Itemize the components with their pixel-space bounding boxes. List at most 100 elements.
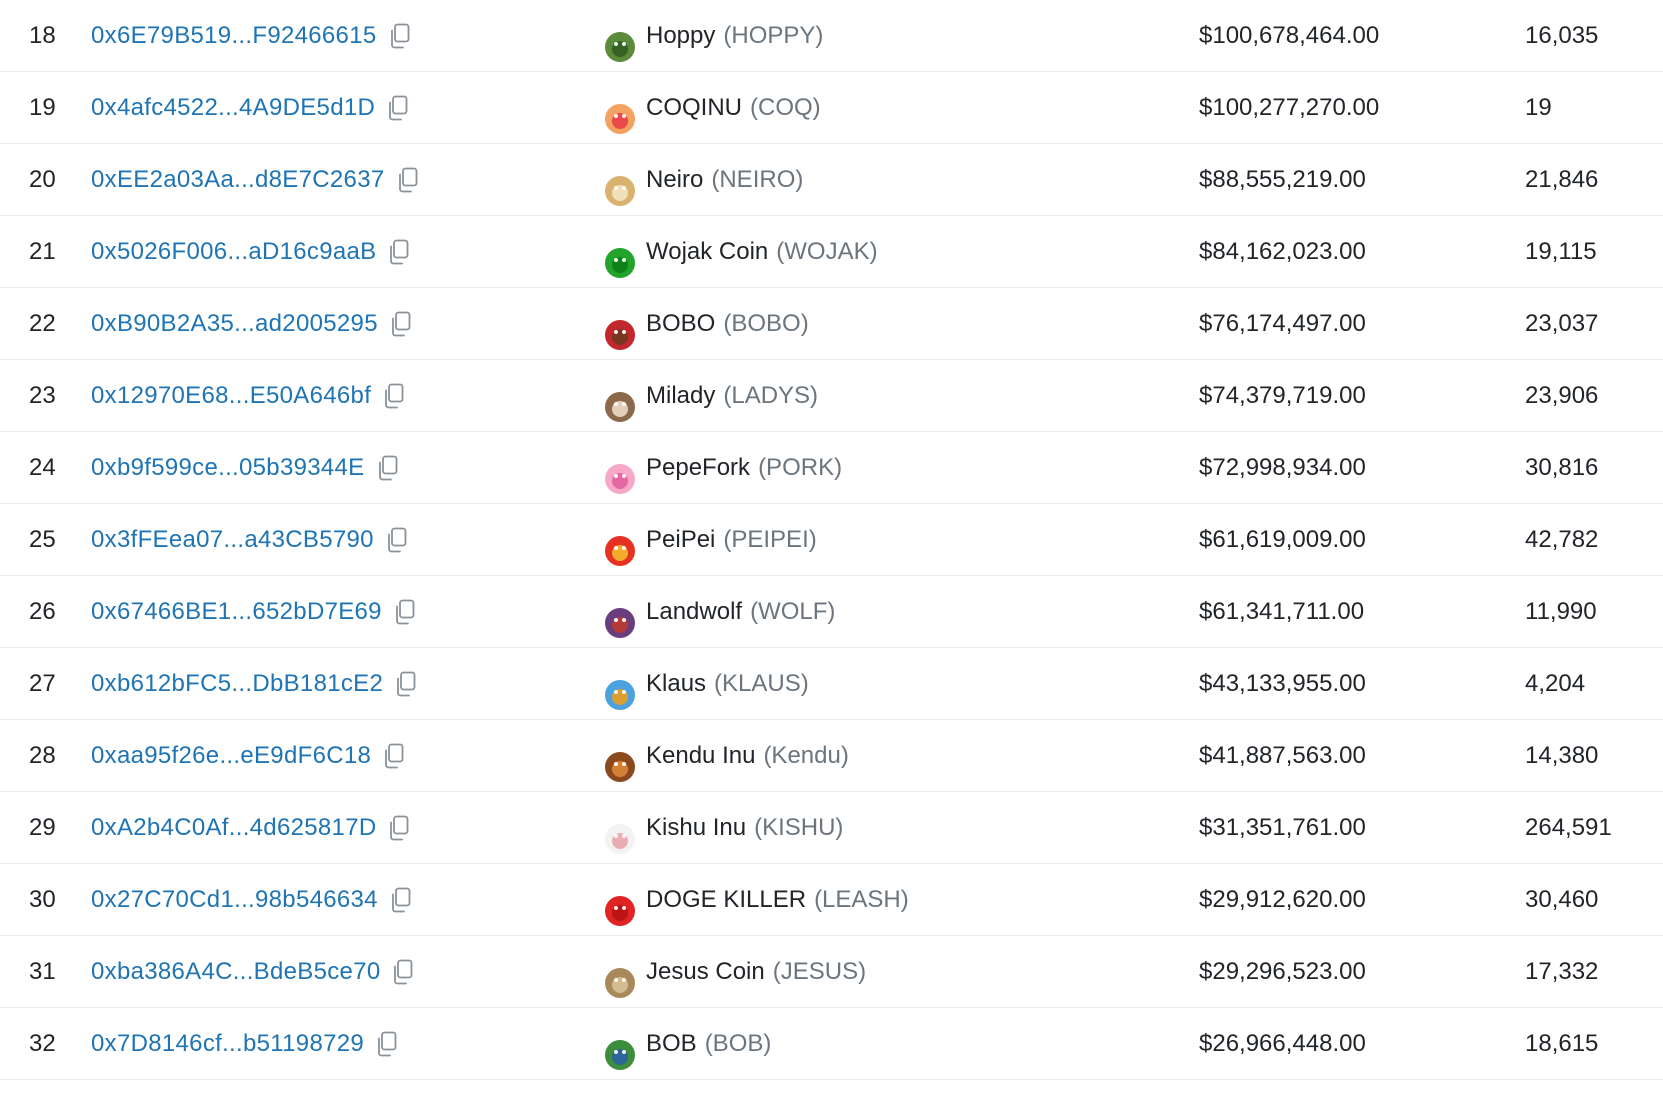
- market-cap-cell: $76,174,497.00: [1199, 310, 1366, 337]
- market-cap-cell: $61,341,711.00: [1199, 598, 1365, 625]
- holders-cell: 23,037: [1525, 310, 1599, 337]
- address-cell: 0x12970E68...E50A646bf: [91, 360, 407, 432]
- copy-icon[interactable]: [381, 381, 407, 411]
- address-cell: 0xba386A4C...BdeB5ce70: [91, 936, 416, 1008]
- leash-logo-icon: [604, 884, 636, 926]
- token-cell: Hoppy (HOPPY): [604, 0, 823, 72]
- contract-address-link[interactable]: 0x3fFEea07...a43CB5790: [91, 504, 374, 576]
- token-symbol: (KLAUS): [714, 670, 809, 697]
- token-name-link[interactable]: Landwolf: [646, 576, 742, 648]
- copy-icon[interactable]: [386, 237, 412, 267]
- market-cap-cell: $61,619,009.00: [1199, 526, 1366, 553]
- token-cell: PeiPei (PEIPEI): [604, 504, 817, 576]
- table-row: 19 0x4afc4522...4A9DE5d1D COQINU (COQ) $…: [0, 72, 1663, 144]
- copy-icon[interactable]: [388, 885, 414, 915]
- token-cell: Neiro (NEIRO): [604, 144, 803, 216]
- copy-icon[interactable]: [374, 1029, 400, 1059]
- contract-address-link[interactable]: 0xba386A4C...BdeB5ce70: [91, 936, 380, 1008]
- token-symbol: (Kendu): [763, 742, 849, 769]
- landwolf-logo-icon: [604, 596, 636, 638]
- token-name-link[interactable]: COQINU: [646, 72, 742, 144]
- contract-address-link[interactable]: 0xA2b4C0Af...4d625817D: [91, 792, 376, 864]
- token-name-link[interactable]: Klaus: [646, 648, 706, 720]
- market-cap-cell: $74,379,719.00: [1199, 382, 1366, 409]
- contract-address-link[interactable]: 0x7D8146cf...b51198729: [91, 1008, 364, 1080]
- table-row: 20 0xEE2a03Aa...d8E7C2637 Neiro (NEIRO) …: [0, 144, 1663, 216]
- copy-icon[interactable]: [388, 309, 414, 339]
- token-cell: BOB (BOB): [604, 1008, 771, 1080]
- holders-cell: 21,846: [1525, 166, 1599, 193]
- holders-cell: 17,332: [1525, 958, 1599, 985]
- jesus-logo-icon: [604, 956, 636, 998]
- token-symbol: (LEASH): [814, 886, 909, 913]
- holders-cell: 30,816: [1525, 454, 1599, 481]
- token-name-link[interactable]: Kendu Inu: [646, 720, 755, 792]
- address-cell: 0x4afc4522...4A9DE5d1D: [91, 72, 411, 144]
- token-name-link[interactable]: PeiPei: [646, 504, 715, 576]
- token-name-link[interactable]: Neiro: [646, 144, 703, 216]
- holders-cell: 4,204: [1525, 670, 1586, 697]
- token-symbol: (KISHU): [754, 814, 844, 841]
- contract-address-link[interactable]: 0xaa95f26e...eE9dF6C18: [91, 720, 371, 792]
- token-name-link[interactable]: BOB: [646, 1008, 697, 1080]
- bobo-logo-icon: [604, 308, 636, 350]
- copy-icon[interactable]: [395, 165, 421, 195]
- contract-address-link[interactable]: 0x12970E68...E50A646bf: [91, 360, 371, 432]
- contract-address-link[interactable]: 0x6E79B519...F92466615: [91, 0, 377, 72]
- copy-icon[interactable]: [387, 21, 413, 51]
- copy-icon[interactable]: [393, 669, 419, 699]
- copy-icon[interactable]: [384, 525, 410, 555]
- address-cell: 0x3fFEea07...a43CB5790: [91, 504, 410, 576]
- neiro-logo-icon: [604, 164, 636, 206]
- rank-cell: 21: [29, 238, 56, 265]
- token-name-link[interactable]: Wojak Coin: [646, 216, 768, 288]
- holders-cell: 19,115: [1525, 238, 1597, 265]
- token-name-link[interactable]: PepeFork: [646, 432, 750, 504]
- token-symbol: (WOJAK): [776, 238, 878, 265]
- market-cap-cell: $29,912,620.00: [1199, 886, 1366, 913]
- contract-address-link[interactable]: 0xb612bFC5...DbB181cE2: [91, 648, 383, 720]
- contract-address-link[interactable]: 0xEE2a03Aa...d8E7C2637: [91, 144, 385, 216]
- token-name-link[interactable]: Hoppy: [646, 0, 715, 72]
- rank-cell: 30: [29, 886, 56, 913]
- holders-cell: 16,035: [1525, 22, 1599, 49]
- address-cell: 0xb612bFC5...DbB181cE2: [91, 648, 419, 720]
- contract-address-link[interactable]: 0x5026F006...aD16c9aaB: [91, 216, 376, 288]
- token-symbol: (PORK): [758, 454, 843, 481]
- table-row: 25 0x3fFEea07...a43CB5790 PeiPei (PEIPEI…: [0, 504, 1663, 576]
- token-name-link[interactable]: Milady: [646, 360, 715, 432]
- copy-icon[interactable]: [385, 93, 411, 123]
- token-name-link[interactable]: DOGE KILLER: [646, 864, 806, 936]
- token-symbol: (JESUS): [772, 958, 867, 985]
- contract-address-link[interactable]: 0xb9f599ce...05b39344E: [91, 432, 365, 504]
- wojak-logo-icon: [604, 236, 636, 278]
- address-cell: 0xb9f599ce...05b39344E: [91, 432, 401, 504]
- table-row: 22 0xB90B2A35...ad2005295 BOBO (BOBO) $7…: [0, 288, 1663, 360]
- contract-address-link[interactable]: 0x4afc4522...4A9DE5d1D: [91, 72, 375, 144]
- holders-cell: 42,782: [1525, 526, 1599, 553]
- rank-cell: 18: [29, 22, 56, 49]
- market-cap-cell: $26,966,448.00: [1199, 1030, 1366, 1057]
- copy-icon[interactable]: [375, 453, 401, 483]
- market-cap-cell: $100,678,464.00: [1199, 22, 1380, 49]
- token-name-link[interactable]: Jesus Coin: [646, 936, 765, 1008]
- address-cell: 0x67466BE1...652bD7E69: [91, 576, 418, 648]
- contract-address-link[interactable]: 0x27C70Cd1...98b546634: [91, 864, 378, 936]
- table-row: 23 0x12970E68...E50A646bf Milady (LADYS)…: [0, 360, 1663, 432]
- token-cell: PepeFork (PORK): [604, 432, 842, 504]
- token-cell: BOBO (BOBO): [604, 288, 809, 360]
- table-row: 30 0x27C70Cd1...98b546634 DOGE KILLER (L…: [0, 864, 1663, 936]
- contract-address-link[interactable]: 0x67466BE1...652bD7E69: [91, 576, 382, 648]
- contract-address-link[interactable]: 0xB90B2A35...ad2005295: [91, 288, 378, 360]
- address-cell: 0x7D8146cf...b51198729: [91, 1008, 400, 1080]
- token-name-link[interactable]: Kishu Inu: [646, 792, 746, 864]
- token-name-link[interactable]: BOBO: [646, 288, 715, 360]
- token-symbol: (PEIPEI): [723, 526, 817, 553]
- address-cell: 0xEE2a03Aa...d8E7C2637: [91, 144, 421, 216]
- copy-icon[interactable]: [386, 813, 412, 843]
- table-row: 31 0xba386A4C...BdeB5ce70 Jesus Coin (JE…: [0, 936, 1663, 1008]
- copy-icon[interactable]: [392, 597, 418, 627]
- copy-icon[interactable]: [390, 957, 416, 987]
- table-row: 21 0x5026F006...aD16c9aaB Wojak Coin (WO…: [0, 216, 1663, 288]
- copy-icon[interactable]: [381, 741, 407, 771]
